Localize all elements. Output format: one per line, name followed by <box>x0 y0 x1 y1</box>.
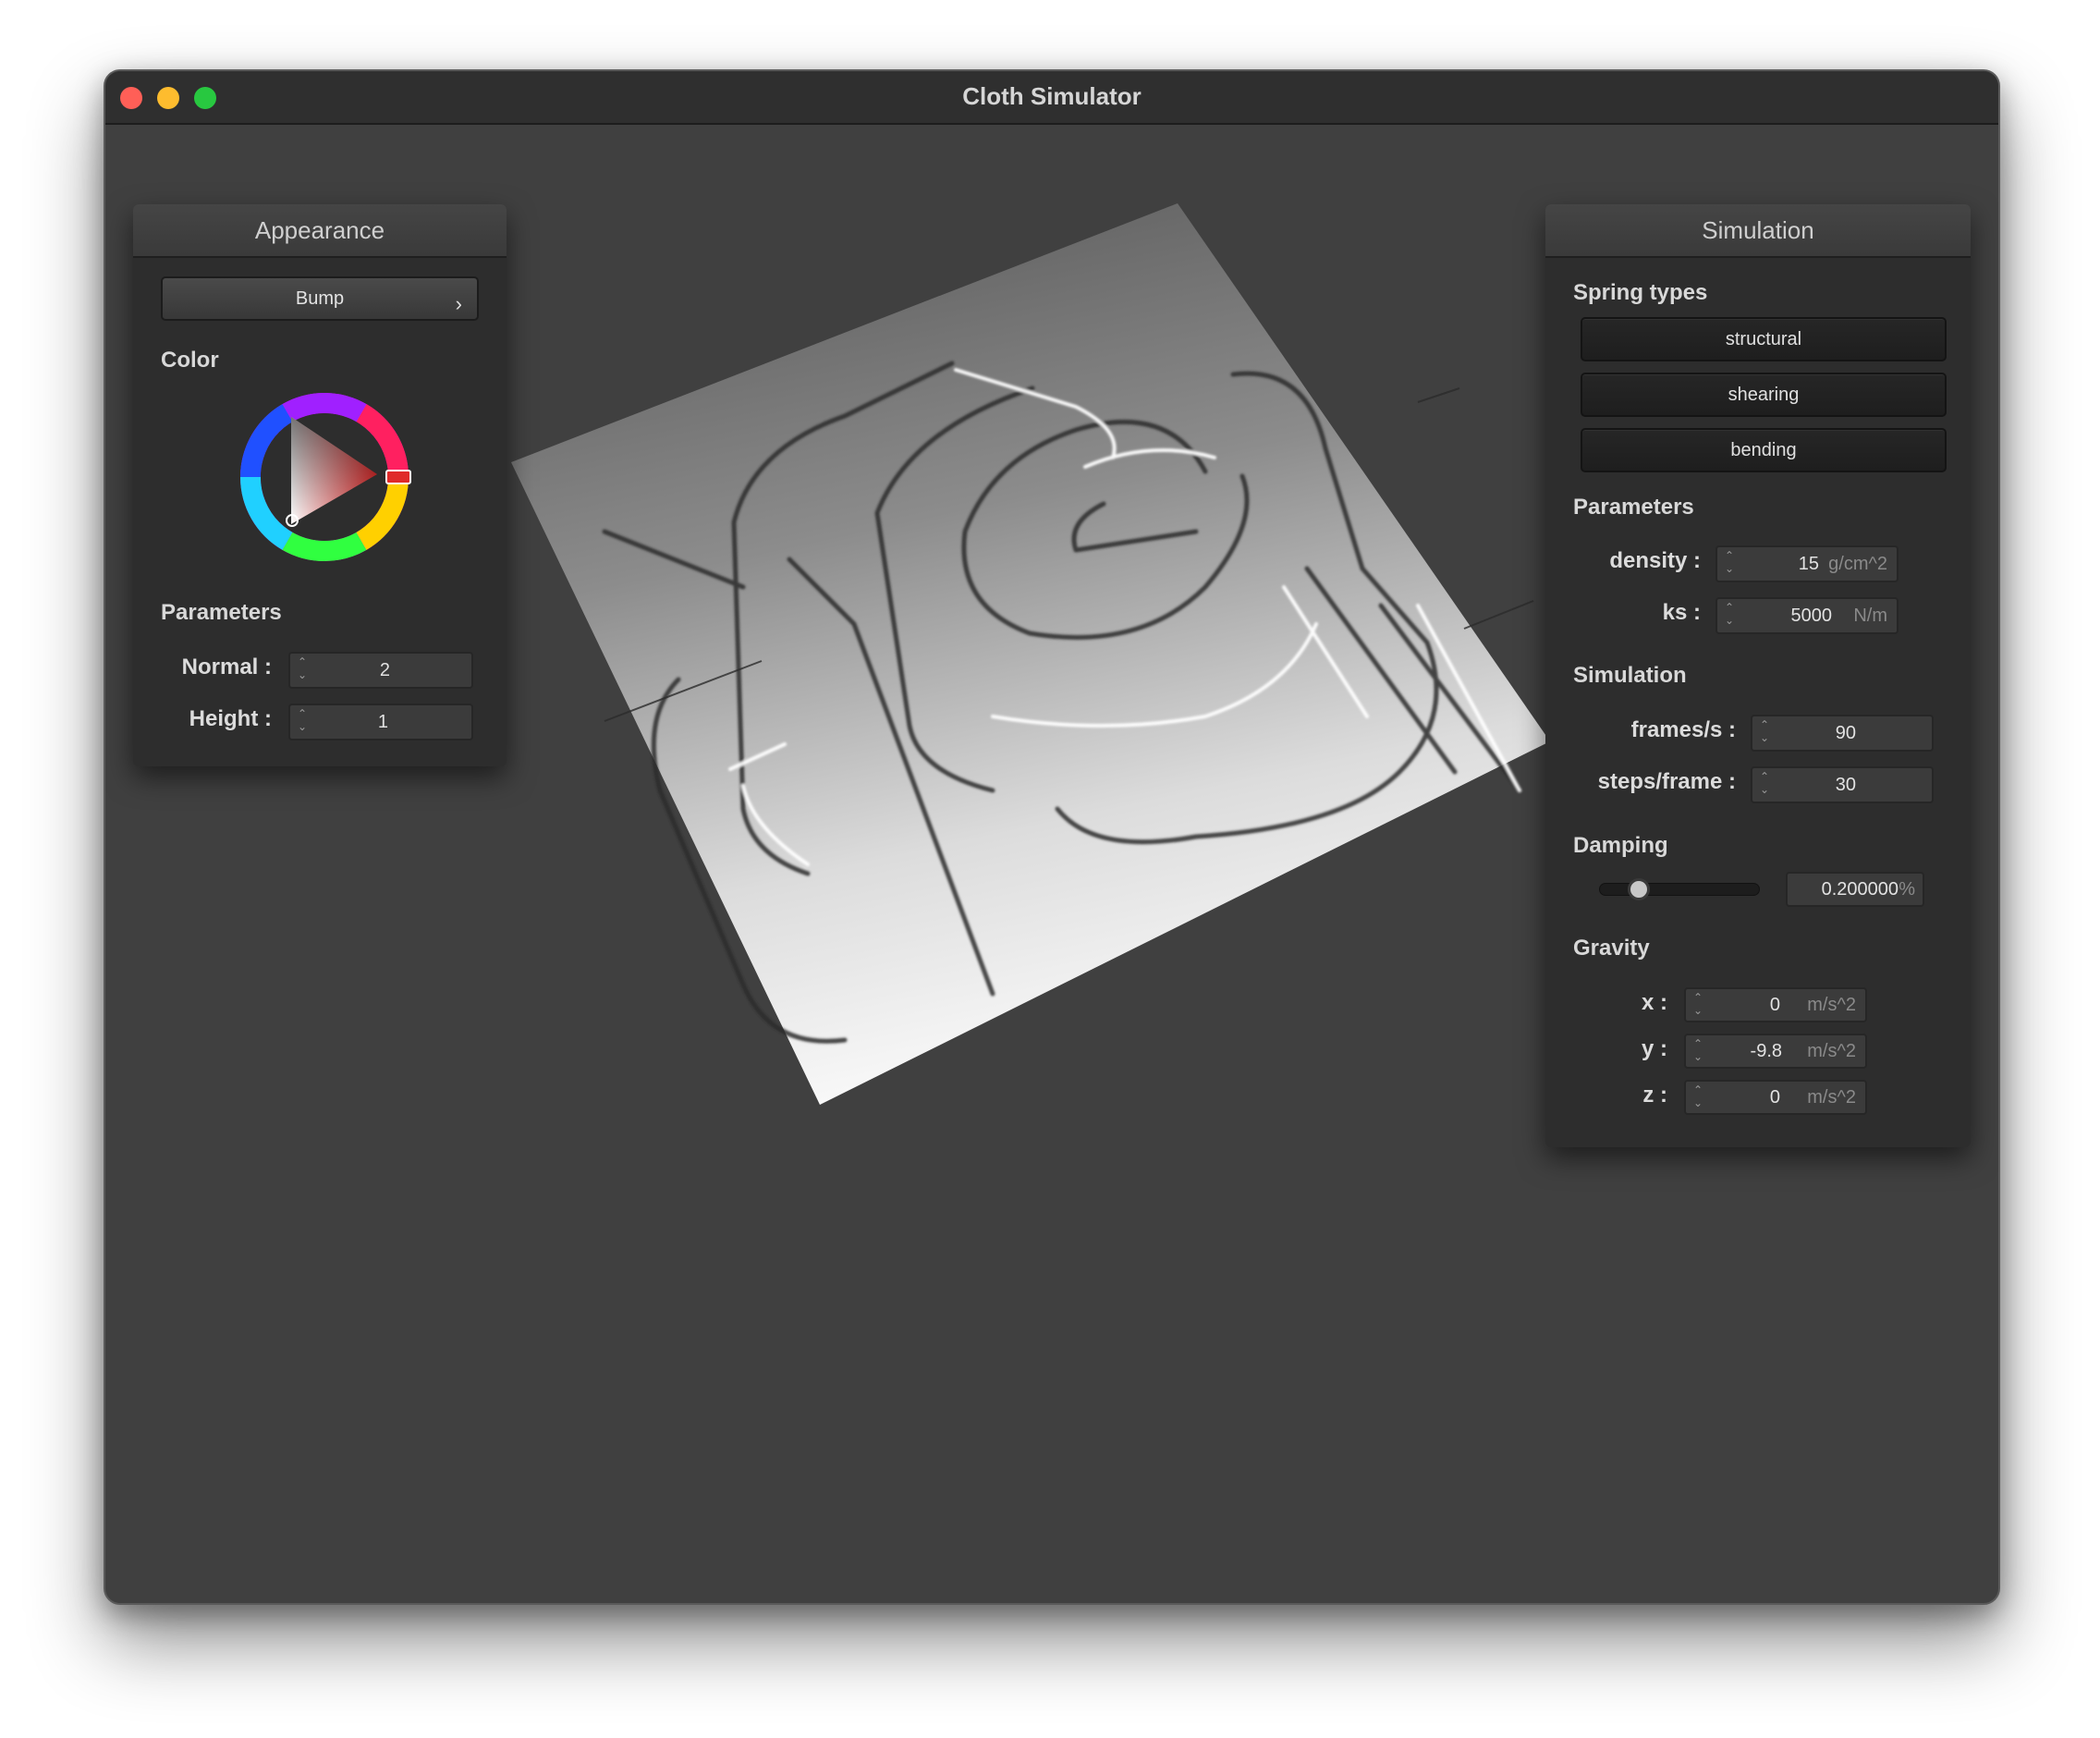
spinner-icon[interactable]: ⌃ ⌄ <box>1693 991 1703 1017</box>
gravity-z-input[interactable]: ⌃ ⌄ 0 m/s^2 <box>1684 1080 1867 1115</box>
spinner-icon[interactable]: ⌃ ⌄ <box>1760 718 1769 744</box>
title-bar: Cloth Simulator <box>105 71 1998 125</box>
damping-unit: % <box>1899 879 1915 900</box>
structural-toggle[interactable]: structural <box>1581 317 1947 361</box>
damping-slider[interactable] <box>1599 878 1760 900</box>
gravity-z-value: 0 <box>1769 1087 1780 1108</box>
app-window: Cloth Simulator Appearance Bump › Color … <box>104 69 2000 1605</box>
frames-per-s-value: 90 <box>1835 723 1856 743</box>
damping-label: Damping <box>1573 833 1668 858</box>
color-wheel[interactable] <box>237 389 412 565</box>
appearance-panel-header: Appearance <box>133 204 507 258</box>
normal-value: 2 <box>379 660 390 680</box>
gravity-x-value: 0 <box>1769 995 1780 1015</box>
shearing-toggle[interactable]: shearing <box>1581 373 1947 417</box>
height-value: 1 <box>377 712 388 732</box>
spinner-icon[interactable]: ⌃ ⌄ <box>298 707 307 733</box>
frames-per-s-label: frames/s : <box>1630 717 1736 742</box>
gravity-x-label: x : <box>1641 990 1667 1015</box>
spinner-icon[interactable]: ⌃ ⌄ <box>1725 549 1734 575</box>
simulation-section-label: Simulation <box>1573 663 1687 688</box>
density-value: 15 <box>1798 554 1819 574</box>
height-input[interactable]: ⌃ ⌄ 1 <box>288 704 473 740</box>
appearance-panel: Appearance Bump › Color Parameters Norma… <box>133 204 507 766</box>
gravity-z-label: z : <box>1642 1083 1667 1108</box>
window-title: Cloth Simulator <box>962 82 1142 110</box>
3d-viewport[interactable]: Appearance Bump › Color Parameters Norma… <box>105 125 1998 1603</box>
gravity-x-input[interactable]: ⌃ ⌄ 0 m/s^2 <box>1684 987 1867 1022</box>
density-unit: g/cm^2 <box>1828 554 1887 574</box>
chevron-right-icon: › <box>455 292 462 315</box>
density-label: density : <box>1609 548 1701 573</box>
gravity-y-input[interactable]: ⌃ ⌄ -9.8 m/s^2 <box>1684 1034 1867 1069</box>
height-label: Height : <box>189 706 272 731</box>
gravity-z-unit: m/s^2 <box>1807 1087 1856 1108</box>
shader-dropdown[interactable]: Bump › <box>161 276 479 321</box>
gravity-label: Gravity <box>1573 936 1650 961</box>
ks-label: ks : <box>1662 600 1701 625</box>
color-section-label: Color <box>161 348 219 373</box>
spring-types-label: Spring types <box>1573 280 1708 305</box>
simulation-panel-header: Simulation <box>1545 204 1971 258</box>
hue-handle[interactable] <box>385 470 411 484</box>
shader-dropdown-value: Bump <box>295 288 345 309</box>
damping-value: 0.200000 <box>1821 879 1899 900</box>
simulation-parameters-label: Parameters <box>1573 495 1694 520</box>
spinner-icon[interactable]: ⌃ ⌄ <box>1760 770 1769 796</box>
normal-input[interactable]: ⌃ ⌄ 2 <box>288 652 473 689</box>
ks-input[interactable]: ⌃ ⌄ 5000 N/m <box>1715 597 1899 634</box>
gravity-y-label: y : <box>1641 1036 1667 1061</box>
damping-slider-knob[interactable] <box>1627 878 1650 900</box>
bending-toggle[interactable]: bending <box>1581 428 1947 472</box>
steps-per-frame-value: 30 <box>1835 775 1856 795</box>
ks-value: 5000 <box>1790 606 1833 626</box>
gravity-y-unit: m/s^2 <box>1807 1041 1856 1061</box>
frames-per-s-input[interactable]: ⌃ ⌄ 90 <box>1751 715 1934 752</box>
simulation-panel: Simulation Spring types structural shear… <box>1545 204 1971 1147</box>
normal-label: Normal : <box>181 655 272 679</box>
spinner-icon[interactable]: ⌃ ⌄ <box>1693 1083 1703 1109</box>
spinner-icon[interactable]: ⌃ ⌄ <box>298 655 307 681</box>
density-input[interactable]: ⌃ ⌄ 15 g/cm^2 <box>1715 545 1899 582</box>
damping-input[interactable]: 0.200000 % <box>1786 872 1924 907</box>
spinner-icon[interactable]: ⌃ ⌄ <box>1693 1037 1703 1063</box>
steps-per-frame-input[interactable]: ⌃ ⌄ 30 <box>1751 766 1934 803</box>
gravity-x-unit: m/s^2 <box>1807 995 1856 1015</box>
appearance-parameters-label: Parameters <box>161 600 282 625</box>
spinner-icon[interactable]: ⌃ ⌄ <box>1725 601 1734 627</box>
ks-unit: N/m <box>1853 606 1887 626</box>
gravity-y-value: -9.8 <box>1750 1041 1782 1061</box>
steps-per-frame-label: steps/frame : <box>1597 769 1736 794</box>
